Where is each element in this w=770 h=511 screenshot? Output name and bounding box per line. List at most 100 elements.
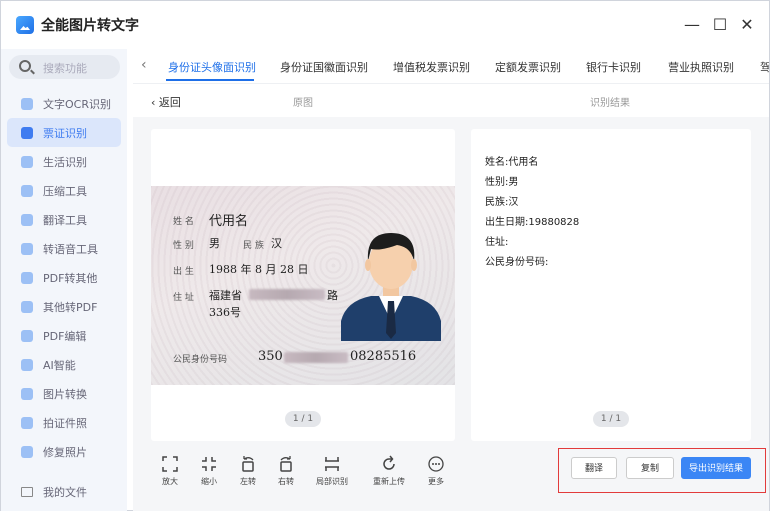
tab-fixed-invoice[interactable]: 定额发票识别 — [495, 59, 561, 75]
minimize-button[interactable]: — — [681, 14, 703, 36]
sidebar-item-id-photo[interactable]: 拍证件照 — [7, 408, 121, 437]
tab-bank-card[interactable]: 银行卡识别 — [586, 59, 641, 75]
sidebar-item-label: 压缩工具 — [43, 184, 87, 198]
id-ethnic-label: 民 族 — [243, 241, 264, 251]
more-label: 更多 — [428, 477, 444, 486]
sidebar-item-image-convert[interactable]: 图片转换 — [7, 379, 121, 408]
camera-icon — [21, 416, 33, 429]
sidebar-item-restore-photo[interactable]: 修复照片 — [7, 437, 121, 466]
result-label: 识别结果 — [590, 98, 630, 109]
sidebar-item-compress[interactable]: 压缩工具 — [7, 176, 121, 205]
result-pager: 1 / 1 — [593, 411, 629, 427]
id-address-line1: 福建省 — [209, 289, 242, 302]
id-address-label: 住 址 — [173, 293, 194, 303]
search-input[interactable]: 搜索功能 — [9, 55, 120, 79]
sidebar-item-ai[interactable]: AI智能 — [7, 350, 121, 379]
title-bar: 全能图片转文字 — ☐ ✕ — [1, 1, 769, 49]
reupload-button[interactable]: 重新上传 — [369, 455, 409, 487]
back-label: 返回 — [158, 96, 181, 109]
sidebar-item-label: 修复照片 — [43, 445, 87, 459]
original-pager: 1 / 1 — [285, 411, 321, 427]
back-button[interactable]: ‹ 返回 — [151, 94, 181, 110]
sidebar-nav: 文字OCR识别 票证识别 生活识别 压缩工具 翻译工具 转语音工具 PDF转其他… — [1, 89, 127, 466]
tab-driver[interactable]: 驾 — [760, 59, 769, 75]
sidebar-item-label: 翻译工具 — [43, 213, 87, 227]
ocr-icon — [21, 97, 33, 110]
ai-icon — [21, 358, 33, 371]
id-gender-value: 男 — [209, 237, 220, 250]
id-name-value: 代用名 — [209, 214, 249, 229]
crop-icon — [325, 457, 339, 471]
rotate-right-icon — [280, 456, 292, 472]
sidebar-item-ocr[interactable]: 文字OCR识别 — [7, 89, 121, 118]
app-logo-icon — [16, 16, 34, 34]
rotate-left-icon — [242, 456, 254, 472]
result-address: 住址: — [485, 237, 509, 248]
my-files-button[interactable]: 我的文件 — [7, 479, 121, 505]
sidebar-item-label: PDF转其他 — [43, 271, 98, 285]
life-icon — [21, 155, 33, 168]
tab-business-license[interactable]: 营业执照识别 — [668, 59, 734, 75]
portrait-avatar-icon — [341, 233, 441, 341]
sidebar-item-pdf-to-other[interactable]: PDF转其他 — [7, 263, 121, 292]
partial-recognize-label: 局部识别 — [316, 477, 348, 486]
sidebar-item-ticket[interactable]: 票证识别 — [7, 118, 121, 147]
id-number-prefix: 350 — [258, 349, 283, 364]
tabs-scroll-left-icon[interactable]: ‹ — [141, 57, 147, 73]
id-address-tail: 路 — [327, 289, 338, 302]
my-files-label: 我的文件 — [43, 486, 87, 499]
id-card-image: 姓 名 代用名 性 别 男 民 族 汉 出 生 1988 年 8 月 28 日 … — [151, 186, 455, 385]
ticket-icon — [21, 126, 33, 139]
tab-id-front[interactable]: 身份证头像面识别 — [168, 59, 256, 75]
id-number-redaction — [284, 352, 348, 363]
partial-recognize-button[interactable]: 局部识别 — [312, 455, 352, 487]
compress-icon — [21, 184, 33, 197]
rotate-left-button[interactable]: 左转 — [228, 455, 268, 487]
id-ethnic-value: 汉 — [271, 237, 282, 250]
rotate-right-label: 右转 — [278, 477, 294, 486]
sidebar-item-other-to-pdf[interactable]: 其他转PDF — [7, 292, 121, 321]
active-tab-indicator — [166, 79, 254, 81]
rotate-left-label: 左转 — [240, 477, 256, 486]
original-label: 原图 — [293, 98, 313, 109]
sidebar-item-pdf-edit[interactable]: PDF编辑 — [7, 321, 121, 350]
sidebar-item-translate[interactable]: 翻译工具 — [7, 205, 121, 234]
search-icon — [19, 60, 31, 72]
tab-vat-invoice[interactable]: 增值税发票识别 — [393, 59, 470, 75]
id-birth-value: 1988 年 8 月 28 日 — [209, 263, 309, 276]
search-placeholder: 搜索功能 — [43, 62, 87, 75]
sub-header: ‹ 返回 原图 识别结果 — [133, 83, 769, 117]
tab-id-back[interactable]: 身份证国徽面识别 — [280, 59, 368, 75]
sidebar-item-label: 文字OCR识别 — [43, 97, 111, 111]
result-name: 姓名:代用名 — [485, 157, 539, 168]
id-number-suffix: 08285516 — [350, 349, 417, 364]
expand-icon — [162, 456, 178, 472]
id-birth-label: 出 生 — [173, 267, 194, 277]
maximize-button[interactable]: ☐ — [709, 14, 731, 36]
id-gender-label: 性 别 — [173, 241, 194, 251]
sidebar-item-label: 转语音工具 — [43, 242, 98, 256]
sidebar-item-label: 拍证件照 — [43, 416, 87, 430]
result-gender: 性别:男 — [485, 177, 519, 188]
voice-icon — [21, 242, 33, 255]
sidebar-item-label: 图片转换 — [43, 387, 87, 401]
rotate-right-button[interactable]: 右转 — [266, 455, 306, 487]
app-title: 全能图片转文字 — [41, 18, 139, 34]
address-redaction — [249, 289, 325, 300]
close-button[interactable]: ✕ — [736, 14, 758, 36]
zoom-in-button[interactable]: 放大 — [150, 455, 190, 487]
zoom-out-button[interactable]: 缩小 — [189, 455, 229, 487]
image-icon — [21, 387, 33, 400]
sidebar-item-tts[interactable]: 转语音工具 — [7, 234, 121, 263]
reupload-icon — [383, 455, 395, 470]
main-area: ‹ 身份证头像面识别 身份证国徽面识别 增值税发票识别 定额发票识别 银行卡识别… — [133, 49, 769, 511]
more-button[interactable]: 更多 — [416, 455, 456, 487]
result-ethnic: 民族:汉 — [485, 197, 519, 208]
result-id-number: 公民身份号码: — [485, 257, 549, 268]
tab-bar: ‹ 身份证头像面识别 身份证国徽面识别 增值税发票识别 定额发票识别 银行卡识别… — [133, 49, 769, 83]
sidebar-item-life[interactable]: 生活识别 — [7, 147, 121, 176]
sidebar-item-label: 票证识别 — [43, 126, 87, 140]
shrink-icon — [202, 457, 216, 471]
sidebar-item-label: PDF编辑 — [43, 329, 87, 343]
zoom-in-label: 放大 — [162, 477, 178, 486]
